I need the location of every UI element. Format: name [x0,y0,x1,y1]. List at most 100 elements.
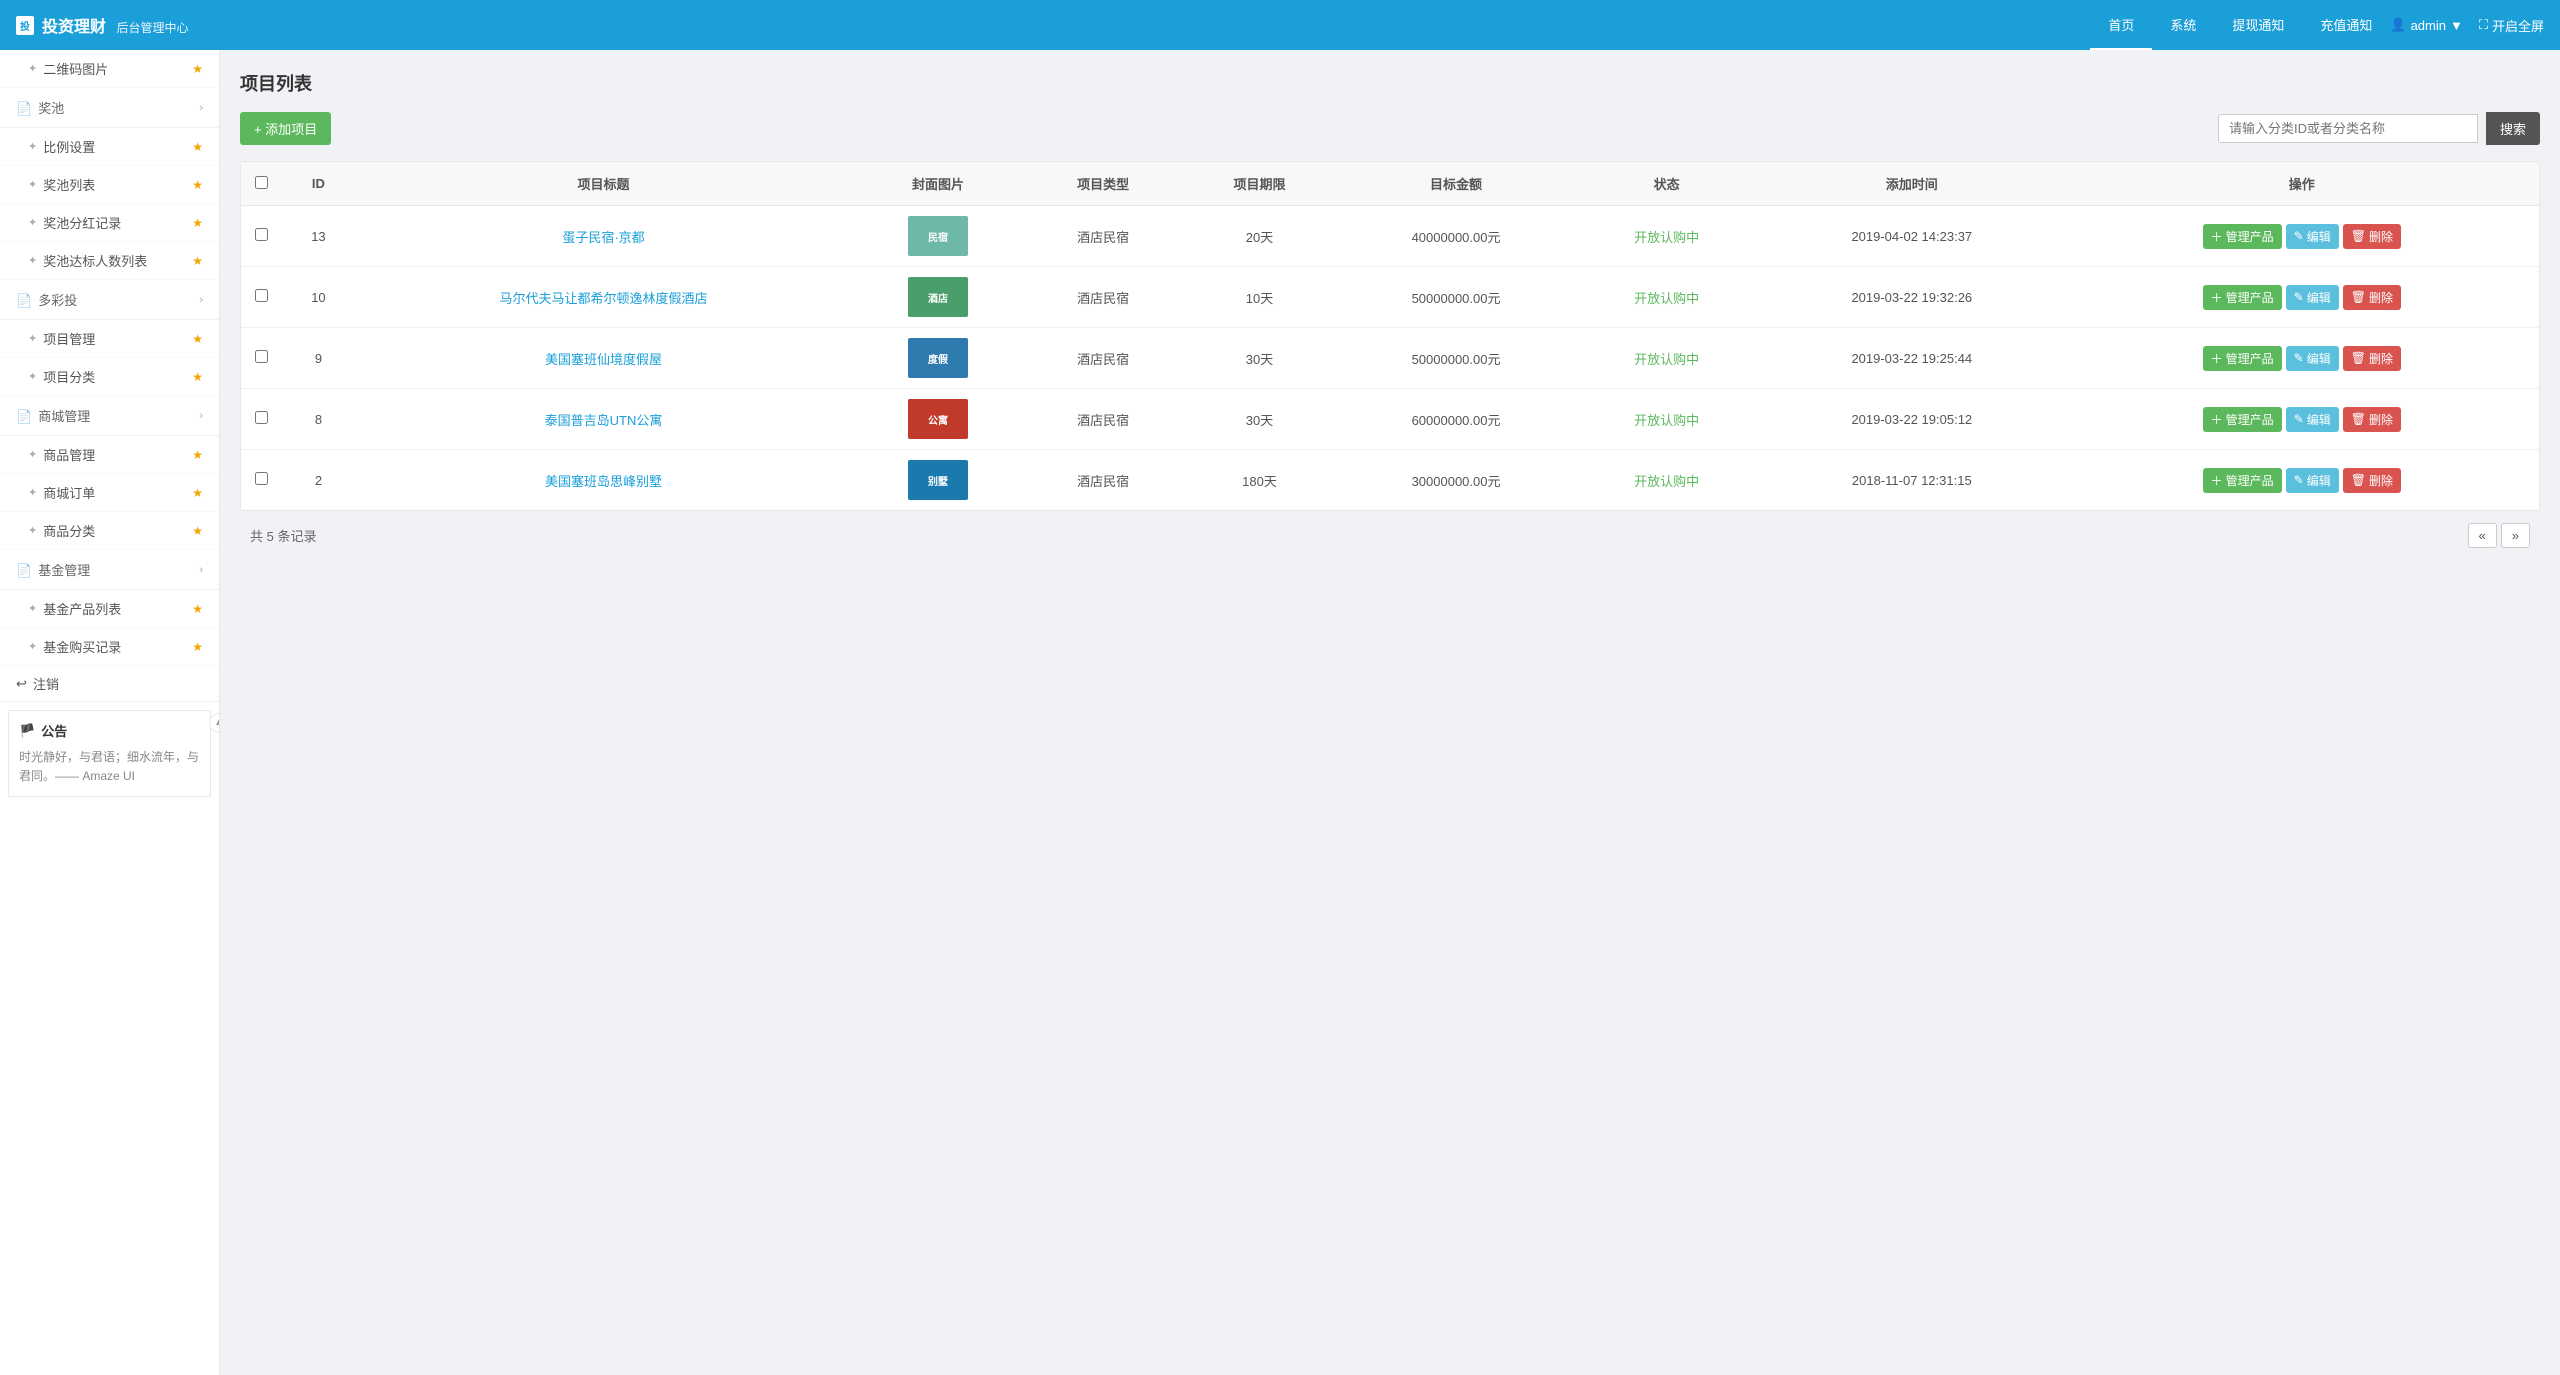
sidebar-collapse-btn[interactable]: ▲ [209,713,220,733]
col-actions: 操作 [2065,162,2539,206]
row-status: 开放认购中 [1574,328,1759,389]
edit-btn[interactable]: ✎编辑 [2286,407,2339,432]
trash-icon: 🗑 [2351,290,2366,304]
next-page-btn[interactable]: » [2501,523,2530,548]
row-time: 2019-03-22 19:05:12 [1759,389,2065,450]
row-checkbox[interactable] [241,267,281,328]
project-title-link[interactable]: 美国塞班岛思峰别墅 [545,474,662,489]
row-select-checkbox[interactable] [255,472,268,485]
sidebar-item-qrcode[interactable]: ✦ 二维码图片 ★ [0,50,219,88]
sidebar-item-goods-mgmt[interactable]: ✦ 商品管理 ★ [0,436,219,474]
row-period: 180天 [1181,450,1337,511]
manage-product-btn[interactable]: ＋管理产品 [2203,224,2282,249]
project-title-link[interactable]: 蛋子民宿·京都 [562,230,644,245]
row-period: 30天 [1181,389,1337,450]
sidebar-group-jackpot[interactable]: 📄奖池 › [0,88,219,128]
layout: ▲ ✦ 二维码图片 ★ 📄奖池 › ✦ 比例设置 ★ ✦ 奖池列表 ★ [0,50,2560,1375]
sidebar-item-jackpot-list[interactable]: ✦ 奖池列表 ★ [0,166,219,204]
row-actions: ＋管理产品 ✎编辑 🗑删除 [2065,328,2539,389]
logout-btn[interactable]: ↩ 注销 [0,666,219,702]
admin-icon: 👤 [2390,17,2406,33]
add-project-button[interactable]: + 添加项目 [240,112,331,145]
sidebar-item-fund-products[interactable]: ✦ 基金产品列表 ★ [0,590,219,628]
star-icon: ★ [192,178,203,192]
project-title-link[interactable]: 泰国普吉岛UTN公寓 [545,413,663,428]
manage-product-btn[interactable]: ＋管理产品 [2203,285,2282,310]
plus-icon: ✦ [28,254,37,267]
row-time: 2019-03-22 19:25:44 [1759,328,2065,389]
delete-btn[interactable]: 🗑删除 [2343,346,2401,371]
col-cover: 封面图片 [851,162,1025,206]
sidebar-item-label: 二维码图片 [43,59,108,78]
table-row: 13 蛋子民宿·京都 民宿 酒店民宿 20天 40000000.00元 开放认购… [241,206,2539,267]
doc-icon: 📄 [16,293,32,308]
top-nav-right: 👤 admin ▼ ⛶ 开启全屏 [2390,16,2544,35]
sidebar-group-colorbet[interactable]: 📄多彩投 › [0,280,219,320]
row-type: 酒店民宿 [1025,450,1181,511]
record-count: 共 5 条记录 [250,526,316,545]
sidebar-item-jackpot-people[interactable]: ✦ 奖池达标人数列表 ★ [0,242,219,280]
sidebar-item-label: 基金产品列表 [43,599,121,618]
sidebar-item-jackpot-dividend[interactable]: ✦ 奖池分红记录 ★ [0,204,219,242]
plus-icon: ✦ [28,524,37,537]
logout-icon: ↩ [16,676,27,692]
edit-icon: ✎ [2294,351,2304,365]
project-title-link[interactable]: 美国塞班仙境度假屋 [545,352,662,367]
edit-btn[interactable]: ✎编辑 [2286,224,2339,249]
project-title-link[interactable]: 马尔代夫马让都希尔顿逸林度假酒店 [499,291,707,306]
sidebar: ▲ ✦ 二维码图片 ★ 📄奖池 › ✦ 比例设置 ★ ✦ 奖池列表 ★ [0,50,220,1375]
row-select-checkbox[interactable] [255,289,268,302]
sidebar-group-shop[interactable]: 📄商城管理 › [0,396,219,436]
sidebar-item-project-mgmt[interactable]: ✦ 项目管理 ★ [0,320,219,358]
plus-icon: ✦ [28,640,37,653]
projects-table: ID 项目标题 封面图片 项目类型 项目期限 目标金额 状态 添加时间 操作 1… [241,162,2539,510]
row-select-checkbox[interactable] [255,411,268,424]
nav-withdrawal[interactable]: 提现通知 [2214,0,2302,50]
edit-icon: ✎ [2294,229,2304,243]
manage-product-btn[interactable]: ＋管理产品 [2203,468,2282,493]
fullscreen-btn[interactable]: ⛶ 开启全屏 [2479,16,2544,35]
sidebar-item-project-category[interactable]: ✦ 项目分类 ★ [0,358,219,396]
delete-btn[interactable]: 🗑删除 [2343,468,2401,493]
status-badge: 开放认购中 [1634,352,1699,367]
delete-btn[interactable]: 🗑删除 [2343,407,2401,432]
table-row: 2 美国塞班岛思峰别墅 别墅 酒店民宿 180天 30000000.00元 开放… [241,450,2539,511]
nav-recharge[interactable]: 充值通知 [2302,0,2390,50]
row-checkbox[interactable] [241,206,281,267]
edit-btn[interactable]: ✎编辑 [2286,346,2339,371]
edit-btn[interactable]: ✎编辑 [2286,468,2339,493]
sidebar-item-shop-orders[interactable]: ✦ 商城订单 ★ [0,474,219,512]
edit-btn[interactable]: ✎编辑 [2286,285,2339,310]
search-button[interactable]: 搜索 [2486,112,2540,145]
plus-icon: ＋ [2211,472,2223,489]
row-select-checkbox[interactable] [255,350,268,363]
nav-system[interactable]: 系统 [2152,0,2214,50]
delete-btn[interactable]: 🗑删除 [2343,224,2401,249]
sidebar-group-fund[interactable]: 📄基金管理 › [0,550,219,590]
row-checkbox[interactable] [241,328,281,389]
select-all-checkbox[interactable] [255,176,268,189]
col-amount: 目标金额 [1338,162,1575,206]
sidebar-item-ratio[interactable]: ✦ 比例设置 ★ [0,128,219,166]
row-select-checkbox[interactable] [255,228,268,241]
row-cover: 民宿 [851,206,1025,267]
row-checkbox[interactable] [241,450,281,511]
sidebar-item-label: 奖池列表 [43,175,95,194]
row-type: 酒店民宿 [1025,328,1181,389]
prev-page-btn[interactable]: « [2468,523,2497,548]
row-actions: ＋管理产品 ✎编辑 🗑删除 [2065,389,2539,450]
arrow-icon: › [199,294,203,306]
sidebar-item-fund-records[interactable]: ✦ 基金购买记录 ★ [0,628,219,666]
star-icon: ★ [192,448,203,462]
star-icon: ★ [192,524,203,538]
row-cover: 公寓 [851,389,1025,450]
nav-home[interactable]: 首页 [2090,0,2152,50]
manage-product-btn[interactable]: ＋管理产品 [2203,346,2282,371]
delete-btn[interactable]: 🗑删除 [2343,285,2401,310]
sidebar-item-goods-category[interactable]: ✦ 商品分类 ★ [0,512,219,550]
admin-menu[interactable]: 👤 admin ▼ [2390,17,2462,33]
manage-product-btn[interactable]: ＋管理产品 [2203,407,2282,432]
search-input[interactable] [2218,114,2478,143]
row-checkbox[interactable] [241,389,281,450]
sidebar-item-label: 奖池分红记录 [43,213,121,232]
